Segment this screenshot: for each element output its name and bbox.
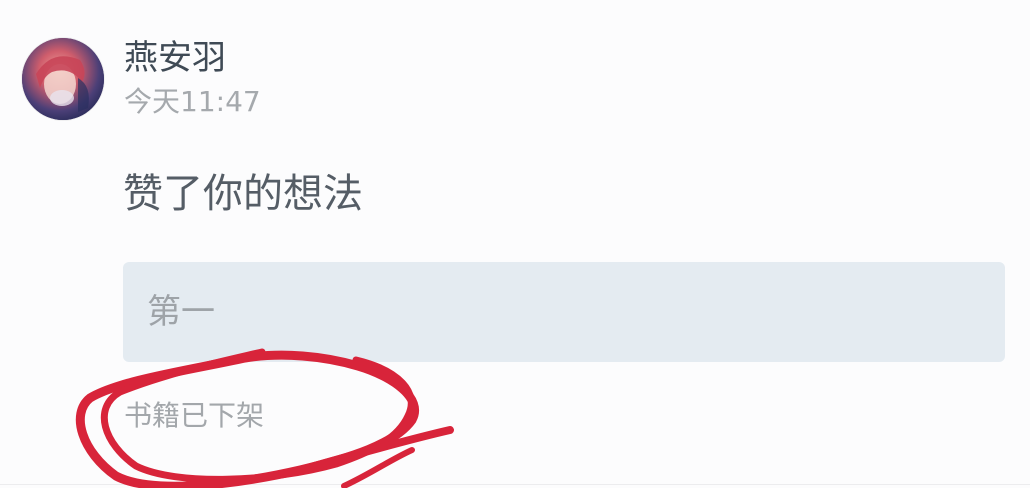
- notification-card: 燕安羽 今天11:47 赞了你的想法 第一 书籍已下架: [0, 0, 1030, 488]
- avatar-image-icon: [22, 38, 104, 120]
- book-status-label: 书籍已下架: [124, 399, 265, 432]
- quoted-idea-box[interactable]: 第一: [123, 262, 1005, 362]
- notification-message: 赞了你的想法: [123, 171, 363, 217]
- avatar[interactable]: [22, 38, 104, 120]
- post-time: 今天11:47: [124, 85, 261, 118]
- bottom-divider: [0, 484, 1030, 485]
- quoted-idea-text: 第一: [147, 292, 215, 332]
- author-name[interactable]: 燕安羽: [124, 36, 226, 80]
